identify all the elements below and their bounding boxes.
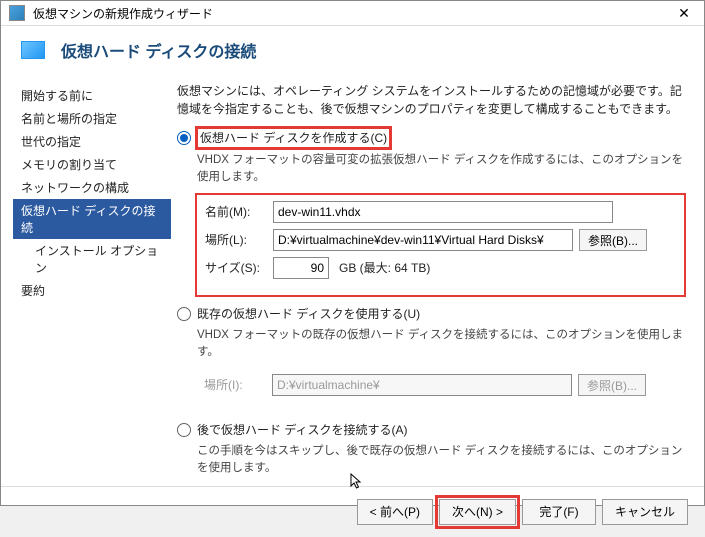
content-area: 仮想マシンには、オペレーティング システムをインストールするための記憶域が必要で… xyxy=(171,74,704,486)
option-create-vhd-label[interactable]: 仮想ハード ディスクを作成する(C) xyxy=(197,128,390,148)
close-icon[interactable]: ✕ xyxy=(672,1,696,25)
cancel-button[interactable]: キャンセル xyxy=(602,499,688,525)
finish-button[interactable]: 完了(F) xyxy=(522,499,596,525)
sidebar-item-summary[interactable]: 要約 xyxy=(13,279,171,302)
name-label: 名前(M): xyxy=(205,203,267,221)
wizard-header: 仮想ハード ディスクの接続 xyxy=(1,26,704,74)
sidebar-item-memory[interactable]: メモリの割り当て xyxy=(13,153,171,176)
sidebar: 開始する前に 名前と場所の指定 世代の指定 メモリの割り当て ネットワークの構成… xyxy=(1,74,171,486)
size-input[interactable] xyxy=(273,257,329,279)
existing-location-label: 場所(I): xyxy=(204,376,266,394)
prev-button[interactable]: < 前へ(P) xyxy=(357,499,433,525)
browse-button[interactable]: 参照(B)... xyxy=(579,229,647,251)
option-use-existing: 既存の仮想ハード ディスクを使用する(U) VHDX フォーマットの既存の仮想ハ… xyxy=(177,305,686,414)
sidebar-item-install-options[interactable]: インストール オプション xyxy=(13,239,171,279)
sidebar-item-generation[interactable]: 世代の指定 xyxy=(13,130,171,153)
wizard-body: 開始する前に 名前と場所の指定 世代の指定 メモリの割り当て ネットワークの構成… xyxy=(1,74,704,486)
option-create-vhd-desc: VHDX フォーマットの容量可変の拡張仮想ハード ディスクを作成するには、このオ… xyxy=(197,152,686,187)
sidebar-item-before-start[interactable]: 開始する前に xyxy=(13,84,171,107)
option-attach-later-desc: この手順を今はスキップし、後で既存の仮想ハード ディスクを接続するには、このオプ… xyxy=(197,443,686,478)
name-input[interactable] xyxy=(273,201,613,223)
description-text: 仮想マシンには、オペレーティング システムをインストールするための記憶域が必要で… xyxy=(177,82,686,118)
page-title: 仮想ハード ディスクの接続 xyxy=(61,38,256,62)
radio-use-existing[interactable] xyxy=(177,307,191,321)
next-button[interactable]: 次へ(N) > xyxy=(439,499,516,525)
option-create-vhd: 仮想ハード ディスクを作成する(C) VHDX フォーマットの容量可変の拡張仮想… xyxy=(177,128,686,297)
create-vhd-form: 名前(M): 場所(L): 参照(B)... サイズ(S): GB (最大: 6… xyxy=(195,193,686,297)
sidebar-item-vhd-connect[interactable]: 仮想ハード ディスクの接続 xyxy=(13,199,171,239)
option-attach-later-label[interactable]: 後で仮想ハード ディスクを接続する(A) xyxy=(197,421,408,439)
wizard-window: 仮想マシンの新規作成ウィザード ✕ 仮想ハード ディスクの接続 開始する前に 名… xyxy=(0,0,705,506)
header-icon xyxy=(21,41,45,59)
option-use-existing-desc: VHDX フォーマットの既存の仮想ハード ディスクを接続するには、このオプション… xyxy=(197,327,686,362)
option-use-existing-label[interactable]: 既存の仮想ハード ディスクを使用する(U) xyxy=(197,305,420,323)
option-attach-later: 後で仮想ハード ディスクを接続する(A) この手順を今はスキップし、後で既存の仮… xyxy=(177,421,686,478)
location-input[interactable] xyxy=(273,229,573,251)
existing-location-input xyxy=(272,374,572,396)
radio-attach-later[interactable] xyxy=(177,423,191,437)
existing-vhd-form: 場所(I): 参照(B)... xyxy=(195,367,686,413)
location-label: 場所(L): xyxy=(205,231,267,249)
existing-browse-button: 参照(B)... xyxy=(578,374,646,396)
footer: < 前へ(P) 次へ(N) > 完了(F) キャンセル xyxy=(1,486,704,537)
app-icon xyxy=(9,5,25,21)
radio-create-vhd[interactable] xyxy=(177,131,191,145)
size-unit-label: GB (最大: 64 TB) xyxy=(339,259,430,277)
sidebar-item-name-location[interactable]: 名前と場所の指定 xyxy=(13,107,171,130)
sidebar-item-network[interactable]: ネットワークの構成 xyxy=(13,176,171,199)
titlebar: 仮想マシンの新規作成ウィザード ✕ xyxy=(1,1,704,26)
window-title: 仮想マシンの新規作成ウィザード xyxy=(33,5,672,22)
size-label: サイズ(S): xyxy=(205,259,267,277)
